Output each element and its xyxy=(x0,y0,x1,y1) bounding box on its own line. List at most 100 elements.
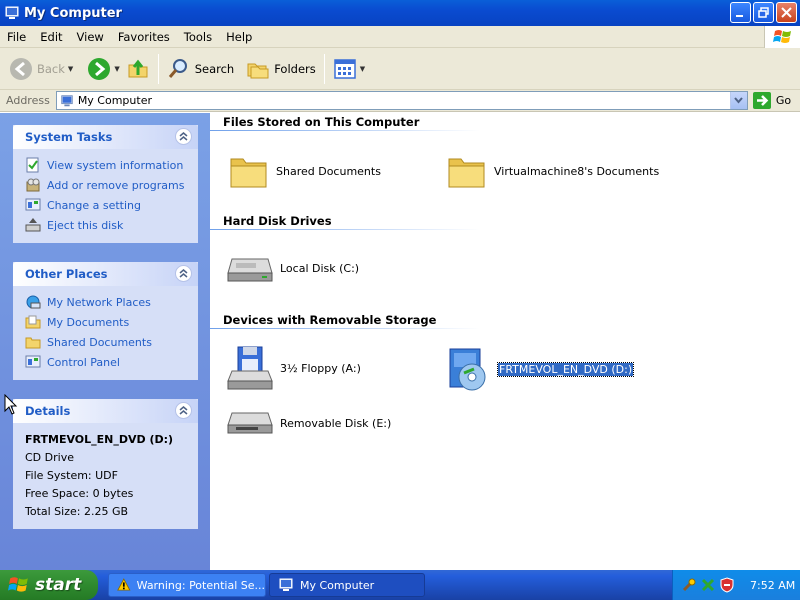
go-arrow-icon xyxy=(752,92,771,109)
minimize-button[interactable] xyxy=(730,2,751,23)
task-view-system-information[interactable]: View system information xyxy=(25,155,188,175)
task-pane: System Tasks View system information Add… xyxy=(0,113,210,570)
close-icon xyxy=(781,7,792,18)
back-button[interactable]: Back ▼ xyxy=(6,52,76,86)
details-panel: Details FRTMEVOL_EN_DVD (D:) CD Drive Fi… xyxy=(13,399,198,529)
details-header[interactable]: Details xyxy=(13,399,198,423)
menu-favorites[interactable]: Favorites xyxy=(111,30,177,44)
details-type: CD Drive xyxy=(25,451,74,464)
close-button[interactable] xyxy=(776,2,797,23)
address-dropdown-button[interactable] xyxy=(729,92,747,109)
folder-icon xyxy=(448,158,485,188)
computer-icon xyxy=(5,6,19,19)
collapse-button[interactable] xyxy=(175,128,192,145)
mouse-cursor-icon xyxy=(4,394,18,415)
task-eject-disk[interactable]: Eject this disk xyxy=(25,215,188,235)
chevron-down-icon: ▼ xyxy=(67,64,74,73)
computer-icon xyxy=(279,578,293,591)
removable-disk-icon xyxy=(227,412,273,434)
restore-icon xyxy=(758,7,769,18)
item-local-disk-c[interactable]: Local Disk (C:) xyxy=(226,251,359,285)
security-shield-icon[interactable] xyxy=(719,577,735,593)
search-icon xyxy=(168,58,187,78)
details-file-system: File System: UDF xyxy=(25,469,118,482)
forward-arrow-icon xyxy=(88,57,111,80)
group-hard-disks-title: Hard Disk Drives xyxy=(223,214,332,228)
search-button[interactable]: Search xyxy=(164,52,238,86)
taskbar-item-warning[interactable]: Warning: Potential Se... xyxy=(108,573,266,597)
chevron-up-icon xyxy=(179,269,188,278)
folders-icon xyxy=(247,63,269,78)
windows-logo-icon xyxy=(764,26,800,48)
hard-disk-icon xyxy=(227,258,273,282)
item-removable-disk-e[interactable]: Removable Disk (E:) xyxy=(226,409,391,437)
up-folder-icon xyxy=(128,59,148,77)
details-total-size: Total Size: 2.25 GB xyxy=(25,505,129,518)
task-add-remove-programs[interactable]: Add or remove programs xyxy=(25,175,188,195)
place-my-network-places[interactable]: My Network Places xyxy=(25,292,188,312)
back-arrow-icon xyxy=(10,57,32,80)
task-change-setting[interactable]: Change a setting xyxy=(25,195,188,215)
toolbar: Back ▼ ▼ Search Folders ▼ xyxy=(0,48,800,90)
title-bar[interactable]: My Computer xyxy=(0,0,800,26)
chevron-up-icon xyxy=(179,406,188,415)
details-free-space: Free Space: 0 bytes xyxy=(25,487,134,500)
restore-button[interactable] xyxy=(753,2,774,23)
item-dvd-drive-d[interactable]: FRTMEVOL_EN_DVD (D:) xyxy=(444,345,635,393)
system-tray: 7:52 AM xyxy=(672,570,800,600)
start-button[interactable]: start xyxy=(0,570,98,600)
floppy-drive-icon xyxy=(227,346,273,390)
item-floppy-a[interactable]: 3½ Floppy (A:) xyxy=(226,345,361,391)
chevron-down-icon: ▼ xyxy=(359,64,366,73)
clock: 7:52 AM xyxy=(750,578,796,592)
windows-logo-icon xyxy=(8,577,28,592)
views-button[interactable]: ▼ xyxy=(330,52,368,86)
minimize-icon xyxy=(736,15,743,17)
item-shared-documents[interactable]: Shared Documents xyxy=(228,151,381,191)
address-input[interactable]: My Computer xyxy=(55,91,748,110)
up-folder-button[interactable] xyxy=(123,52,153,86)
menu-bar: File Edit View Favorites Tools Help xyxy=(0,26,800,48)
dvd-drive-icon xyxy=(449,348,486,391)
details-name: FRTMEVOL_EN_DVD (D:) xyxy=(25,433,174,446)
system-tasks-panel: System Tasks View system information Add… xyxy=(13,125,198,243)
computer-icon xyxy=(61,94,73,106)
menu-edit[interactable]: Edit xyxy=(33,30,69,44)
folders-button[interactable]: Folders xyxy=(243,52,319,86)
taskbar-item-my-computer[interactable]: My Computer xyxy=(269,573,425,597)
place-control-panel[interactable]: Control Panel xyxy=(25,352,188,372)
place-shared-documents[interactable]: Shared Documents xyxy=(25,332,188,352)
other-places-panel: Other Places My Network Places My Docume… xyxy=(13,262,198,380)
control-panel-icon xyxy=(25,198,41,211)
menu-help[interactable]: Help xyxy=(219,30,259,44)
tray-network-icon[interactable] xyxy=(700,577,716,593)
menu-view[interactable]: View xyxy=(70,30,111,44)
address-label: Address xyxy=(6,94,50,107)
window-title: My Computer xyxy=(24,5,122,21)
menu-file[interactable]: File xyxy=(0,30,33,44)
go-button[interactable]: Go xyxy=(752,92,791,109)
group-files-stored-title: Files Stored on This Computer xyxy=(223,115,420,129)
address-bar: Address My Computer Go xyxy=(0,90,800,112)
menu-tools[interactable]: Tools xyxy=(177,30,219,44)
content-pane: Files Stored on This Computer Shared Doc… xyxy=(210,113,800,570)
place-my-documents[interactable]: My Documents xyxy=(25,312,188,332)
tray-tools-icon[interactable] xyxy=(681,577,697,593)
eject-disk-icon xyxy=(25,218,41,232)
add-remove-programs-icon xyxy=(26,178,40,192)
chevron-down-icon xyxy=(734,97,744,104)
collapse-button[interactable] xyxy=(175,265,192,282)
taskbar: start Warning: Potential Se... My Comput… xyxy=(0,570,800,600)
collapse-button[interactable] xyxy=(175,402,192,419)
my-documents-icon xyxy=(25,315,41,329)
network-places-icon xyxy=(26,295,41,309)
item-user-documents[interactable]: Virtualmachine8's Documents xyxy=(446,151,659,191)
other-places-header[interactable]: Other Places xyxy=(13,262,198,286)
folder-icon xyxy=(25,337,41,349)
security-warning-icon xyxy=(117,578,131,591)
system-tasks-header[interactable]: System Tasks xyxy=(13,125,198,149)
group-removable-title: Devices with Removable Storage xyxy=(223,313,437,327)
folder-icon xyxy=(230,158,267,188)
chevron-up-icon xyxy=(179,132,188,141)
forward-button[interactable]: ▼ xyxy=(84,52,122,86)
